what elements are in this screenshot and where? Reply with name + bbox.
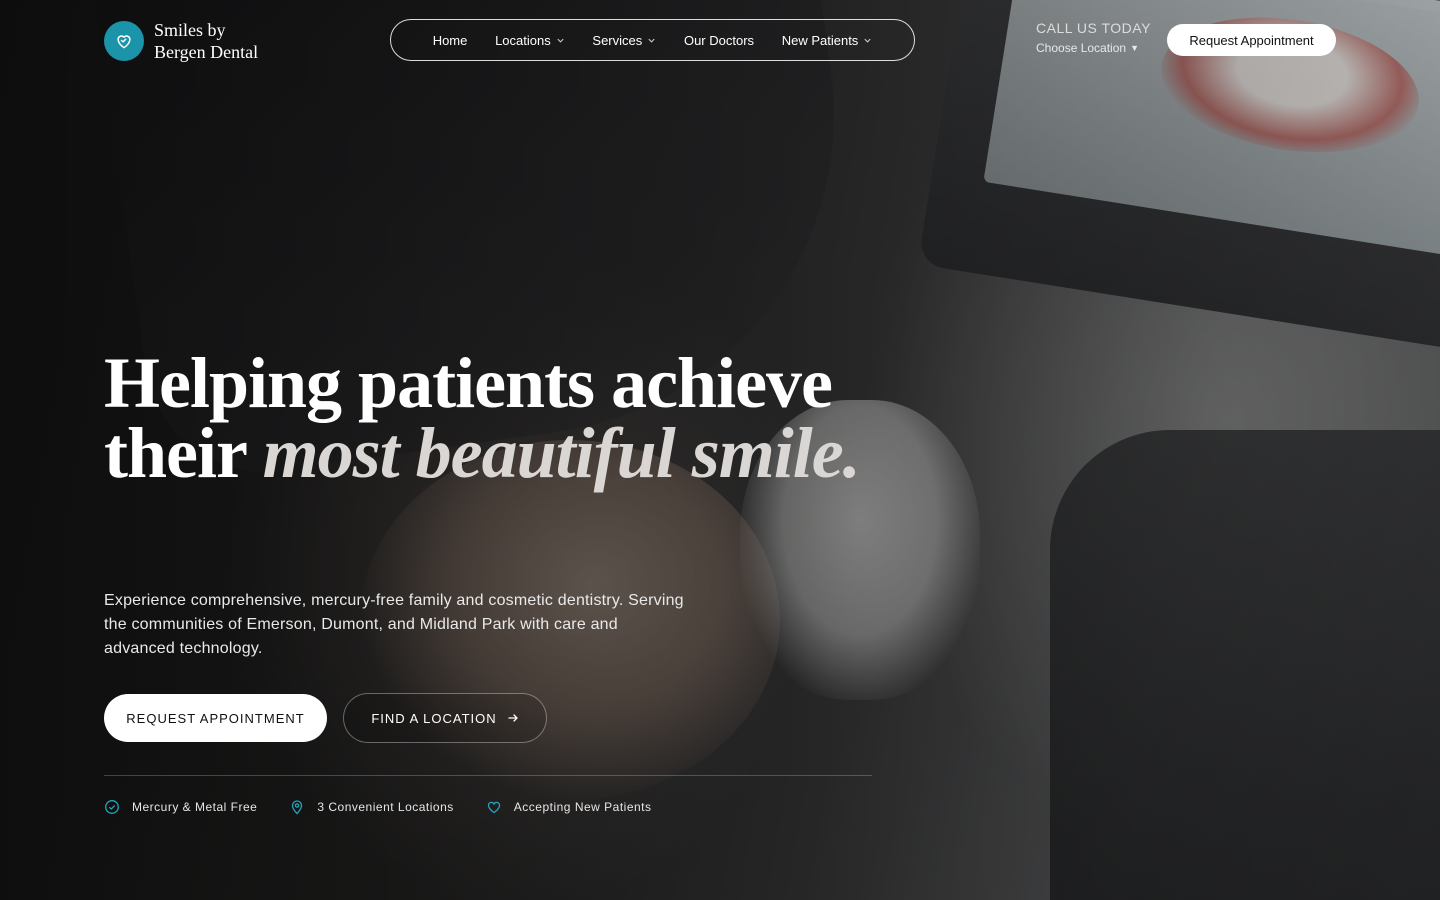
- hero-divider: [104, 775, 872, 776]
- nav-item-label: Home: [432, 32, 468, 48]
- nav-item-label: Locations: [495, 32, 551, 48]
- hero-headline: Helping patients achieve their most beau…: [104, 347, 904, 489]
- choose-location-label: Choose Location: [1036, 41, 1127, 55]
- heart-icon: [117, 35, 131, 49]
- logo-badge: [104, 21, 144, 61]
- chevron-down-icon: [648, 38, 655, 43]
- feature-list: Mercury & Metal Free 3 Convenient Locati…: [104, 799, 652, 815]
- brand-logo-link[interactable]: Smiles by Bergen Dental: [104, 19, 284, 63]
- headline-italic-text: most beautiful smile.: [262, 413, 861, 493]
- site-header: Smiles by Bergen Dental Home Locations S…: [0, 0, 1440, 80]
- brand-name-line1: Smiles by: [154, 20, 226, 40]
- feature-item-new-patients: Accepting New Patients: [486, 799, 652, 815]
- brand-name-line2: Bergen Dental: [154, 42, 259, 62]
- nav-item-label: New Patients: [781, 32, 859, 48]
- nav-item-label: Services: [592, 32, 643, 48]
- check-circle-icon: [105, 800, 119, 814]
- heart-icon: [487, 801, 500, 814]
- feature-item-locations: 3 Convenient Locations: [289, 799, 453, 815]
- nav-item-services[interactable]: Services: [592, 33, 656, 48]
- feature-label: Mercury & Metal Free: [132, 800, 258, 814]
- caret-down-icon: ▼: [1130, 43, 1139, 53]
- brand-name: Smiles by Bergen Dental: [154, 19, 284, 63]
- chevron-down-icon: [864, 38, 871, 43]
- call-us-title: CALL US TODAY: [1036, 20, 1151, 36]
- find-location-button[interactable]: FIND A LOCATION: [343, 693, 547, 743]
- hero-subtext: Experience comprehensive, mercury-free f…: [104, 592, 684, 657]
- find-location-label: FIND A LOCATION: [371, 710, 497, 726]
- feature-label: 3 Convenient Locations: [317, 800, 454, 814]
- arrow-right-icon: [507, 714, 518, 722]
- chevron-down-icon: [557, 38, 564, 43]
- nav-item-label: Our Doctors: [683, 32, 755, 48]
- choose-location-dropdown[interactable]: Choose Location ▼: [1036, 41, 1151, 55]
- nav-item-locations[interactable]: Locations: [495, 33, 565, 48]
- call-us-block: CALL US TODAY Choose Location ▼: [1036, 20, 1151, 55]
- header-request-appointment-button[interactable]: Request Appointment: [1167, 24, 1336, 56]
- main-nav: Home Locations Services Our Doctors New …: [390, 19, 915, 61]
- feature-label: Accepting New Patients: [513, 800, 652, 814]
- nav-item-home[interactable]: Home: [433, 33, 468, 48]
- feature-item-mercury-free: Mercury & Metal Free: [104, 799, 257, 815]
- nav-item-new-patients[interactable]: New Patients: [782, 33, 873, 48]
- request-appointment-button[interactable]: REQUEST APPOINTMENT: [104, 694, 327, 742]
- nav-item-our-doctors[interactable]: Our Doctors: [684, 33, 754, 48]
- map-pin-icon: [292, 800, 303, 815]
